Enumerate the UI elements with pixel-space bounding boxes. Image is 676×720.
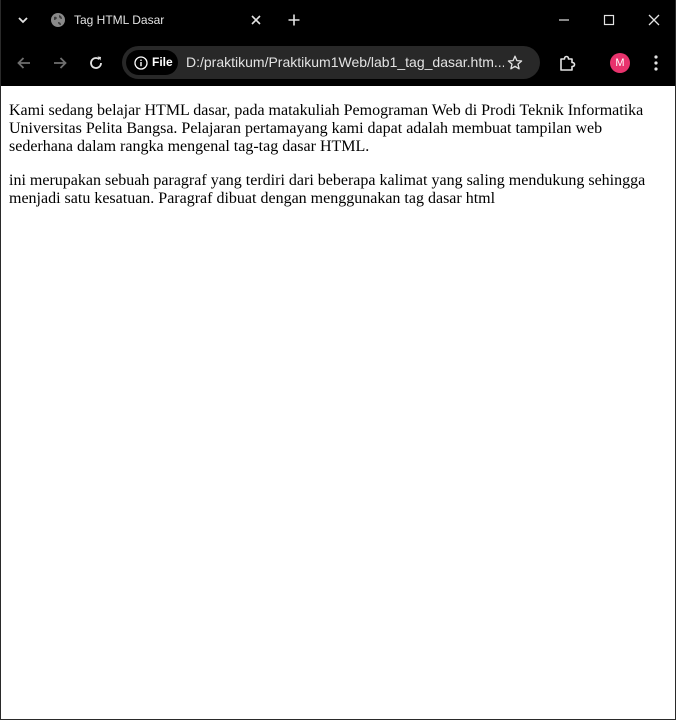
back-button[interactable]	[10, 49, 38, 77]
url-text[interactable]: D:/praktikum/Praktikum1Web/lab1_tag_dasa…	[186, 54, 504, 71]
arrow-right-icon	[54, 57, 67, 69]
close-icon	[251, 15, 261, 25]
maximize-icon	[603, 14, 615, 26]
tab-active[interactable]: Tag HTML Dasar	[42, 4, 272, 36]
tab-search-button[interactable]	[9, 6, 37, 34]
site-info-label: File	[152, 55, 173, 69]
page-viewport: Kami sedang belajar HTML dasar, pada mat…	[1, 86, 675, 719]
maximize-button[interactable]	[586, 0, 632, 40]
minimize-icon	[559, 19, 569, 21]
avatar[interactable]: M	[610, 53, 630, 73]
paragraph: ini merupakan sebuah paragraf yang terdi…	[9, 172, 646, 207]
tab-strip: Tag HTML Dasar	[1, 0, 675, 40]
reload-icon	[90, 56, 102, 69]
minimize-button[interactable]	[541, 0, 587, 40]
tab-close-button[interactable]	[246, 10, 266, 30]
site-info-chip[interactable]: File	[126, 50, 178, 75]
tab-title: Tag HTML Dasar	[74, 13, 165, 27]
address-bar[interactable]: File D:/praktikum/Praktikum1Web/lab1_tag…	[122, 46, 540, 79]
browser-window: Tag HTML Dasar File D:/praktikum/Praktik…	[0, 0, 676, 720]
reload-button[interactable]	[82, 49, 110, 77]
globe-icon	[50, 12, 66, 28]
forward-button[interactable]	[46, 49, 74, 77]
plus-icon	[288, 14, 300, 26]
extensions-button[interactable]	[554, 49, 580, 77]
bookmark-button[interactable]	[504, 52, 526, 74]
star-icon	[507, 55, 523, 70]
arrow-left-icon	[17, 57, 30, 69]
paragraph: Kami sedang belajar HTML dasar, pada mat…	[9, 102, 644, 155]
close-window-button[interactable]	[631, 0, 675, 40]
toolbar: File D:/praktikum/Praktikum1Web/lab1_tag…	[1, 40, 675, 86]
browser-menu-button[interactable]	[646, 49, 666, 77]
kebab-menu-icon	[654, 55, 658, 71]
page-content: Kami sedang belajar HTML dasar, pada mat…	[9, 102, 659, 224]
new-tab-button[interactable]	[282, 6, 306, 34]
info-icon	[133, 55, 148, 70]
close-icon	[648, 14, 660, 26]
chevron-down-icon	[18, 17, 28, 24]
puzzle-icon	[560, 55, 576, 71]
